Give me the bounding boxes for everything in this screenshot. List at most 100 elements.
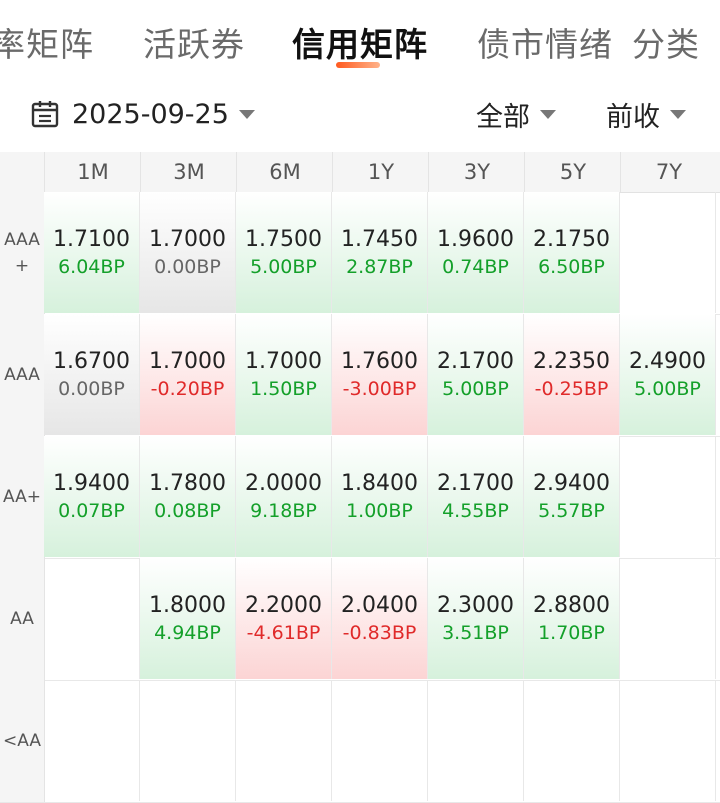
yield-change: 1.50BP xyxy=(250,377,317,400)
compare-value: 前收 xyxy=(606,101,660,133)
matrix-cell xyxy=(332,680,428,801)
matrix-cell[interactable]: 1.7500 5.00BP xyxy=(236,192,332,313)
table-row: AAA 1.6700 0.00BP 1.7000 -0.20BP 1.7000 1.50BP… xyxy=(0,314,720,437)
yield-change: 3.51BP xyxy=(442,621,509,644)
column-header-6m: 6M xyxy=(236,152,333,192)
yield-value: 1.7500 xyxy=(245,226,322,252)
yield-value: 2.0000 xyxy=(245,470,322,496)
matrix-cell xyxy=(428,680,524,801)
yield-value: 2.8800 xyxy=(533,592,610,618)
matrix-cell[interactable]: 1.7000 -0.20BP xyxy=(140,314,236,435)
yield-value: 2.9400 xyxy=(533,470,610,496)
matrix-cell[interactable]: 1.8400 1.00BP xyxy=(332,436,428,557)
matrix-cell[interactable]: 2.1700 5.00BP xyxy=(428,314,524,435)
yield-change: 4.94BP xyxy=(154,621,221,644)
matrix-cell xyxy=(524,680,620,801)
tab-credit-matrix[interactable]: 信用矩阵 xyxy=(292,18,428,66)
yield-value: 2.1700 xyxy=(437,348,514,374)
yield-change: 5.57BP xyxy=(538,499,605,522)
matrix-cell[interactable]: 1.7600 -3.00BP xyxy=(332,314,428,435)
yield-change: 5.00BP xyxy=(634,377,701,400)
yield-change: -4.61BP xyxy=(246,621,321,644)
matrix-cell[interactable]: 2.9400 5.57BP xyxy=(524,436,620,557)
matrix-cell[interactable]: 1.6700 0.00BP xyxy=(44,314,140,435)
filter-bar: 2025-09-25 全部 前收 xyxy=(0,80,720,152)
yield-change: -0.83BP xyxy=(342,621,417,644)
column-header-3m: 3M xyxy=(140,152,237,192)
yield-change: 6.04BP xyxy=(58,255,125,278)
matrix-cell[interactable]: 2.0000 9.18BP xyxy=(236,436,332,557)
yield-value: 2.4900 xyxy=(629,348,706,374)
date-value: 2025-09-25 xyxy=(72,98,229,130)
tab-bar: 率矩阵 活跃券 信用矩阵 债市情绪 分类 xyxy=(0,0,720,80)
matrix-cell[interactable]: 2.3000 3.51BP xyxy=(428,558,524,679)
matrix-cell[interactable]: 2.4900 5.00BP xyxy=(620,314,716,435)
matrix-cell xyxy=(236,680,332,801)
yield-value: 1.9600 xyxy=(437,226,514,252)
yield-value: 1.7600 xyxy=(341,348,418,374)
matrix-cell[interactable]: 1.7100 6.04BP xyxy=(44,192,140,313)
yield-value: 1.9400 xyxy=(53,470,130,496)
matrix-cell xyxy=(620,436,716,557)
active-tab-indicator xyxy=(336,62,380,68)
matrix-cell[interactable]: 1.7450 2.87BP xyxy=(332,192,428,313)
matrix-cell[interactable]: 1.8000 4.94BP xyxy=(140,558,236,679)
chevron-down-icon xyxy=(238,109,255,119)
yield-value: 1.6700 xyxy=(53,348,130,374)
column-header-1m: 1M xyxy=(44,152,141,192)
scope-value: 全部 xyxy=(476,101,530,133)
yield-value: 2.2000 xyxy=(245,592,322,618)
yield-change: 0.07BP xyxy=(58,499,125,522)
column-header-1y: 1Y xyxy=(332,152,429,192)
yield-value: 1.8000 xyxy=(149,592,226,618)
matrix-cell[interactable]: 2.1700 4.55BP xyxy=(428,436,524,557)
yield-value: 1.7000 xyxy=(149,348,226,374)
matrix-cell[interactable]: 1.9600 0.74BP xyxy=(428,192,524,313)
yield-change: 0.74BP xyxy=(442,255,509,278)
yield-value: 1.8400 xyxy=(341,470,418,496)
table-row: <AA xyxy=(0,680,720,803)
yield-change: 2.87BP xyxy=(346,255,413,278)
matrix-cell[interactable]: 1.7000 0.00BP xyxy=(140,192,236,313)
yield-change: 6.50BP xyxy=(538,255,605,278)
matrix-cell[interactable]: 2.2000 -4.61BP xyxy=(236,558,332,679)
matrix-cell[interactable]: 2.2350 -0.25BP xyxy=(524,314,620,435)
tab-active-bonds[interactable]: 活跃券 xyxy=(143,18,245,66)
matrix-cell[interactable]: 2.1750 6.50BP xyxy=(524,192,620,313)
yield-value: 1.7000 xyxy=(245,348,322,374)
matrix-cell[interactable]: 1.7000 1.50BP xyxy=(236,314,332,435)
scope-select[interactable]: 全部 xyxy=(476,94,556,134)
chevron-down-icon xyxy=(540,109,556,119)
row-rating-label: AAA + xyxy=(0,192,45,314)
yield-value: 2.2350 xyxy=(533,348,610,374)
tab-category[interactable]: 分类 xyxy=(632,18,700,66)
date-picker[interactable]: 2025-09-25 xyxy=(30,94,255,134)
yield-value: 2.1750 xyxy=(533,226,610,252)
yield-change: 5.00BP xyxy=(250,255,317,278)
credit-matrix-table: 1M 3M 6M 1Y 3Y 5Y 7Y AAA + 1.7100 6.04BP 1.7000 0.0… xyxy=(0,152,720,803)
yield-change: 0.00BP xyxy=(154,255,221,278)
matrix-cell xyxy=(620,192,716,313)
table-row: AAA + 1.7100 6.04BP 1.7000 0.00BP 1.7500 5.00BP… xyxy=(0,192,720,315)
matrix-cell xyxy=(140,680,236,801)
yield-change: -0.25BP xyxy=(534,377,609,400)
yield-change: 1.70BP xyxy=(538,621,605,644)
matrix-cell[interactable]: 1.7800 0.08BP xyxy=(140,436,236,557)
row-rating-label: AAA xyxy=(0,314,45,436)
yield-change: 9.18BP xyxy=(250,499,317,522)
matrix-cell[interactable]: 1.9400 0.07BP xyxy=(44,436,140,557)
yield-change: 1.00BP xyxy=(346,499,413,522)
tab-bond-sentiment[interactable]: 债市情绪 xyxy=(477,18,613,66)
yield-value: 1.7100 xyxy=(53,226,130,252)
calendar-icon xyxy=(31,101,59,128)
matrix-cell[interactable]: 2.0400 -0.83BP xyxy=(332,558,428,679)
matrix-cell xyxy=(44,558,140,679)
yield-change: -0.20BP xyxy=(150,377,225,400)
tab-rate-matrix[interactable]: 率矩阵 xyxy=(0,18,94,66)
table-row: AA 1.8000 4.94BP 2.2000 -4.61BP 2.0400 -0.83BP… xyxy=(0,558,720,681)
compare-select[interactable]: 前收 xyxy=(606,94,686,134)
matrix-cell[interactable]: 2.8800 1.70BP xyxy=(524,558,620,679)
table-row: AA+ 1.9400 0.07BP 1.7800 0.08BP 2.0000 9.18BP 1… xyxy=(0,436,720,559)
row-rating-label: AA+ xyxy=(0,436,45,558)
yield-value: 1.7450 xyxy=(341,226,418,252)
